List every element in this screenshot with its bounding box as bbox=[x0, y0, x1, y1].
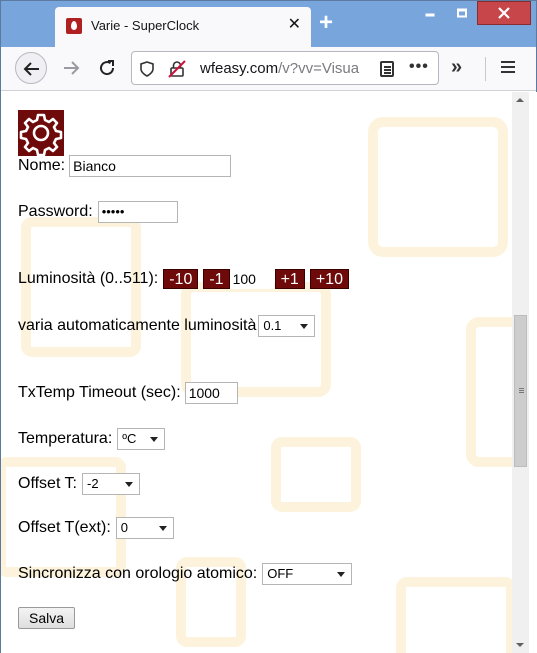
auto-brightness-value: 0.1 bbox=[263, 318, 282, 333]
password-row: Password: ••••• bbox=[18, 201, 178, 223]
tab-bar: Varie - SuperClock ✕ + bbox=[1, 1, 536, 47]
brightness-row: Luminosità (0..511): -10 -1 +1 +10 bbox=[18, 269, 349, 289]
gear-icon bbox=[19, 113, 63, 157]
name-row: Nome: bbox=[18, 155, 232, 177]
maximize-button[interactable] bbox=[447, 1, 477, 25]
offset-t-ext-row: Offset T(ext): 0 bbox=[18, 517, 174, 539]
sync-value: OFF bbox=[267, 566, 294, 581]
temperature-row: Temperatura: ºC bbox=[18, 428, 166, 450]
password-label: Password: bbox=[18, 203, 93, 220]
temperature-label: Temperatura: bbox=[18, 430, 113, 447]
toolbar-separator bbox=[485, 57, 486, 81]
minimize-icon bbox=[425, 13, 434, 17]
reload-icon bbox=[100, 60, 115, 76]
window-right-edge bbox=[529, 92, 537, 653]
browser-window: Varie - SuperClock ✕ + wfeasy.com/v?vv=V… bbox=[0, 0, 537, 653]
scroll-up-icon[interactable] bbox=[516, 98, 524, 102]
brightness-plus1-button[interactable]: +1 bbox=[274, 269, 305, 289]
forward-arrow-icon bbox=[64, 61, 80, 75]
tab-active[interactable]: Varie - SuperClock ✕ bbox=[55, 7, 311, 47]
brightness-label: Luminosità (0..511): bbox=[18, 270, 159, 287]
offset-t-row: Offset T: -2 bbox=[18, 473, 140, 495]
reload-button[interactable] bbox=[91, 52, 123, 84]
close-window-button[interactable] bbox=[477, 1, 531, 25]
offset-t-ext-value: 0 bbox=[120, 520, 128, 535]
offset-t-value: -2 bbox=[87, 476, 99, 491]
save-button[interactable]: Salva bbox=[18, 607, 76, 629]
page-content: Nome: Password: ••••• Luminosità (0..511… bbox=[1, 92, 512, 653]
auto-brightness-label: varia automaticamente luminosità bbox=[18, 317, 257, 334]
brightness-minus10-button[interactable]: -10 bbox=[163, 269, 199, 289]
brightness-minus1-button[interactable]: -1 bbox=[203, 269, 230, 289]
url-bar[interactable]: wfeasy.com/v?vv=Visua ••• bbox=[131, 51, 439, 85]
name-label: Nome: bbox=[18, 157, 66, 174]
save-row: Salva bbox=[18, 607, 76, 629]
name-input[interactable] bbox=[69, 155, 232, 177]
maximize-icon bbox=[457, 8, 467, 18]
close-icon bbox=[498, 7, 510, 19]
reader-view-icon[interactable] bbox=[380, 61, 394, 77]
navigation-bar: wfeasy.com/v?vv=Visua ••• » bbox=[1, 47, 536, 91]
offset-t-ext-label: Offset T(ext): bbox=[18, 519, 111, 536]
tab-title: Varie - SuperClock bbox=[91, 18, 200, 33]
sync-label: Sincronizza con orologio atomico: bbox=[18, 565, 258, 582]
auto-brightness-select[interactable]: 0.1 bbox=[258, 315, 316, 337]
brightness-plus10-button[interactable]: +10 bbox=[309, 269, 349, 289]
password-input[interactable]: ••••• bbox=[97, 201, 178, 223]
txtemp-input[interactable] bbox=[184, 382, 238, 404]
forward-button[interactable] bbox=[55, 52, 87, 84]
hamburger-menu-icon[interactable] bbox=[501, 61, 515, 63]
settings-form: Nome: Password: ••••• Luminosità (0..511… bbox=[1, 92, 512, 653]
scroll-grip-icon bbox=[519, 388, 524, 389]
new-tab-button[interactable]: + bbox=[319, 11, 333, 35]
back-arrow-icon bbox=[23, 62, 39, 76]
overflow-icon[interactable]: » bbox=[451, 57, 462, 77]
more-icon[interactable]: ••• bbox=[409, 58, 429, 76]
tab-close-icon[interactable]: ✕ bbox=[288, 16, 301, 34]
offset-t-label: Offset T: bbox=[18, 475, 77, 492]
sync-row: Sincronizza con orologio atomico: OFF bbox=[18, 563, 353, 585]
offset-t-select[interactable]: -2 bbox=[82, 473, 140, 495]
auto-brightness-row: varia automaticamente luminosità 0.1 bbox=[18, 315, 316, 337]
scroll-down-icon[interactable] bbox=[516, 643, 524, 647]
temperature-value: ºC bbox=[122, 431, 137, 446]
tracking-lock-icon[interactable] bbox=[168, 60, 186, 78]
temperature-select[interactable]: ºC bbox=[117, 428, 166, 450]
url-text[interactable]: wfeasy.com/v?vv=Visua bbox=[200, 60, 372, 77]
shield-icon[interactable] bbox=[140, 61, 154, 77]
settings-gear-button[interactable] bbox=[18, 110, 64, 157]
txtemp-row: TxTemp Timeout (sec): bbox=[18, 382, 238, 404]
sync-select[interactable]: OFF bbox=[262, 563, 353, 585]
offset-t-ext-select[interactable]: 0 bbox=[115, 517, 174, 539]
brightness-input[interactable] bbox=[229, 269, 274, 289]
url-path: /v?vv=Visua bbox=[278, 60, 360, 77]
vertical-scrollbar[interactable] bbox=[512, 92, 529, 653]
minimize-button[interactable] bbox=[413, 1, 446, 25]
back-button[interactable] bbox=[15, 52, 47, 84]
url-domain: wfeasy.com bbox=[200, 60, 279, 77]
scroll-thumb[interactable] bbox=[514, 315, 527, 467]
txtemp-label: TxTemp Timeout (sec): bbox=[18, 384, 181, 401]
flame-favicon-icon bbox=[66, 18, 82, 34]
